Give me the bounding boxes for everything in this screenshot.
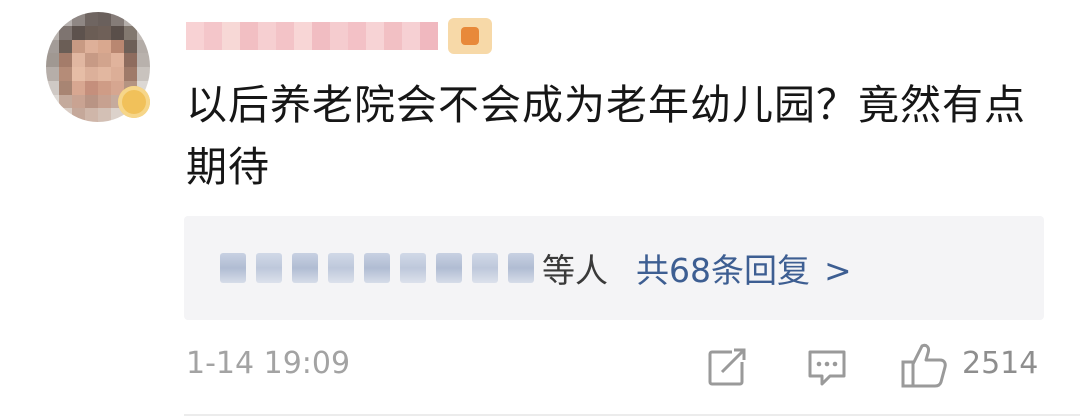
like-count: 2514	[962, 346, 1039, 381]
divider	[184, 414, 1080, 416]
comment-button[interactable]	[806, 346, 848, 388]
replier-names	[220, 253, 534, 283]
view-replies-link[interactable]: 共68条回复 >	[636, 244, 852, 292]
thumbs-up-icon	[901, 343, 947, 388]
vip-badge-icon	[118, 86, 150, 118]
comment-actions	[0, 340, 1080, 392]
username[interactable]	[186, 20, 438, 52]
replies-preview[interactable]: 等人 共68条回复 >	[184, 216, 1044, 320]
like-button[interactable]	[900, 340, 948, 390]
level-badge-icon	[448, 18, 492, 54]
share-button[interactable]	[706, 346, 750, 388]
chevron-right-icon: >	[824, 251, 852, 290]
comment-text: 以后养老院会不会成为老年幼儿园？竟然有点期待	[186, 81, 1026, 191]
share-icon	[708, 346, 750, 386]
replies-others-label: 等人	[542, 251, 608, 290]
reply-count-label: 共68条回复	[636, 251, 810, 290]
comment-icon	[808, 350, 846, 386]
